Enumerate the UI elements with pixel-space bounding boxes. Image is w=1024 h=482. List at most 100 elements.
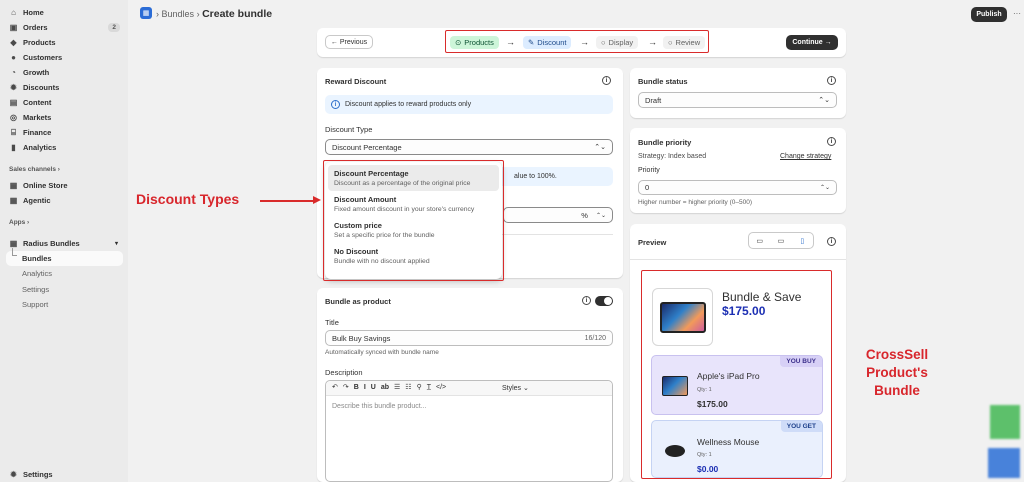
- you-buy-badge: YOU BUY: [780, 356, 822, 367]
- stepper-icon: ⌃⌄: [595, 212, 606, 219]
- tag-icon: ◆: [10, 38, 17, 47]
- item-name: Wellness Mouse: [697, 437, 760, 447]
- sidebar-item-settings[interactable]: Settings: [0, 282, 128, 297]
- info-circle-icon: i: [331, 100, 340, 109]
- strategy-text: Strategy: Index based: [638, 153, 707, 160]
- main-nav: ⌂ Home ▣ Orders 2 ◆ Products ● Customers ◔ Growth ✹…: [0, 5, 128, 155]
- status-select[interactable]: Draft ⌃⌄: [638, 92, 837, 108]
- step-discount[interactable]: ✎ Discount: [523, 36, 572, 49]
- sync-note: Automatically synced with bundle name: [325, 349, 439, 356]
- breadcrumb: › Bundles › Create bundle: [156, 8, 273, 20]
- sidebar-item-support[interactable]: Support: [0, 297, 128, 312]
- select-chevron-icon: ⌃⌄: [594, 144, 606, 151]
- pencil-icon: ✎: [528, 38, 535, 47]
- ipad-thumbnail: [662, 376, 688, 396]
- underline-button[interactable]: U: [371, 384, 376, 391]
- globe-icon: ◎: [10, 113, 17, 122]
- blurred-overlay: [990, 405, 1020, 439]
- sidebar-item-agentic[interactable]: ▦ Agentic: [0, 193, 128, 208]
- step-display[interactable]: ○ Display: [596, 36, 639, 49]
- step-arrow-icon: →: [580, 37, 589, 47]
- sidebar-settings[interactable]: ✹ Settings: [0, 467, 128, 482]
- step-products[interactable]: ⊙ Products: [450, 36, 499, 49]
- sidebar-item-products[interactable]: ◆ Products: [0, 35, 128, 50]
- bundle-product-toggle[interactable]: [595, 296, 613, 306]
- strikethrough-button[interactable]: ab: [381, 384, 389, 391]
- sidebar-item-content[interactable]: ▤ Content: [0, 95, 128, 110]
- bar-chart-icon: ▮: [11, 143, 16, 152]
- undo-icon[interactable]: ↶: [332, 383, 338, 391]
- sidebar: ⌂ Home ▣ Orders 2 ◆ Products ● Customers ◔ Growth ✹…: [0, 0, 128, 482]
- link-button[interactable]: ⚲: [417, 383, 422, 391]
- item-qty: Qty: 1: [697, 452, 712, 458]
- bundle-item-get: YOU GET Wellness Mouse Qty: 1 $0.00: [651, 420, 823, 478]
- description-editor[interactable]: ↶ ↷ B I Uab ☰ ☷ ⚲ T̲ </> Styles ⌄ Describe this b…: [325, 380, 613, 482]
- step-review[interactable]: ○ Review: [663, 36, 706, 49]
- tablet-icon[interactable]: ▭: [770, 233, 791, 248]
- info-icon[interactable]: i: [827, 76, 836, 85]
- apps-heading[interactable]: Apps ›: [9, 219, 29, 226]
- stepper-icon: ⌃⌄: [819, 185, 830, 191]
- ordered-list-button[interactable]: ☰: [394, 383, 400, 391]
- code-button[interactable]: </>: [436, 384, 446, 391]
- item-price: $175.00: [697, 399, 728, 409]
- discount-value-input[interactable]: % ⌃⌄: [503, 207, 613, 223]
- sales-channels-heading[interactable]: Sales channels ›: [9, 166, 60, 173]
- tablet-image: [660, 302, 706, 333]
- info-icon[interactable]: i: [602, 76, 611, 85]
- sidebar-item-markets[interactable]: ◎ Markets: [0, 110, 128, 125]
- select-chevron-icon: ⌃⌄: [818, 97, 830, 104]
- bundle-as-product-card: Bundle as product i Title Bulk Buy Savin…: [317, 288, 623, 482]
- desktop-icon[interactable]: ▭: [749, 233, 770, 248]
- discount-icon: ✹: [10, 83, 17, 92]
- title-input[interactable]: Bulk Buy Savings 16/120: [325, 330, 613, 346]
- bold-button[interactable]: B: [354, 384, 359, 391]
- sidebar-item-growth[interactable]: ◔ Growth: [0, 65, 128, 80]
- info-icon[interactable]: i: [827, 137, 836, 146]
- sidebar-item-home[interactable]: ⌂ Home: [0, 5, 128, 20]
- bullet-list-button[interactable]: ☷: [405, 383, 411, 391]
- sidebar-item-orders[interactable]: ▣ Orders 2: [0, 20, 128, 35]
- sidebar-item-finance[interactable]: ⌸ Finance: [0, 125, 128, 140]
- styles-dropdown[interactable]: Styles ⌄: [502, 384, 529, 392]
- home-icon: ⌂: [11, 8, 16, 17]
- more-actions-icon[interactable]: ···: [1013, 9, 1021, 18]
- annotation-box-dropdown: [323, 160, 504, 281]
- previous-button[interactable]: ← Previous: [325, 35, 373, 49]
- item-name: Apple's iPad Pro: [697, 371, 760, 381]
- divider: [630, 259, 846, 260]
- chevron-down-icon: ⌄: [523, 385, 529, 392]
- change-strategy-link[interactable]: Change strategy: [780, 153, 831, 160]
- priority-input[interactable]: 0 ⌃⌄: [638, 180, 837, 195]
- italic-button[interactable]: I: [364, 384, 366, 391]
- mobile-icon[interactable]: ▯: [792, 233, 813, 248]
- clear-format-button[interactable]: T̲: [427, 384, 431, 391]
- continue-button[interactable]: Continue →: [786, 35, 838, 50]
- info-icon[interactable]: i: [582, 296, 591, 305]
- step-arrow-icon: →: [506, 37, 515, 47]
- sidebar-item-discounts[interactable]: ✹ Discounts: [0, 80, 128, 95]
- blurred-overlay: [988, 448, 1020, 478]
- sidebar-item-bundles[interactable]: Bundles: [0, 251, 128, 266]
- discount-type-select[interactable]: Discount Percentage ⌃⌄: [325, 139, 613, 155]
- mouse-thumbnail: [665, 445, 685, 457]
- agentic-icon: ▦: [9, 196, 18, 205]
- sidebar-item-online-store[interactable]: ▦ Online Store: [0, 178, 128, 193]
- sidebar-item-radius-bundles[interactable]: ▦ Radius Bundles ▾: [0, 236, 128, 251]
- sidebar-item-analytics[interactable]: ▮ Analytics: [0, 140, 128, 155]
- circle-icon: ○: [601, 38, 606, 47]
- sidebar-item-analytics[interactable]: Analytics: [0, 266, 128, 281]
- breadcrumb-bundles-link[interactable]: Bundles: [162, 9, 195, 19]
- card-title: Reward Discount: [325, 77, 387, 86]
- step-arrow-icon: →: [648, 37, 657, 47]
- redo-icon[interactable]: ↷: [343, 383, 349, 391]
- bundle-image: [652, 288, 713, 346]
- info-icon[interactable]: i: [827, 237, 836, 246]
- annotation-crosssell: CrossSell Product's Bundle: [865, 347, 929, 398]
- item-qty: Qty: 1: [697, 387, 712, 393]
- card-title: Preview: [638, 238, 667, 247]
- char-count: 16/120: [584, 334, 606, 342]
- item-price: $0.00: [697, 464, 719, 474]
- publish-button[interactable]: Publish: [971, 7, 1007, 22]
- sidebar-item-customers[interactable]: ● Customers: [0, 50, 128, 65]
